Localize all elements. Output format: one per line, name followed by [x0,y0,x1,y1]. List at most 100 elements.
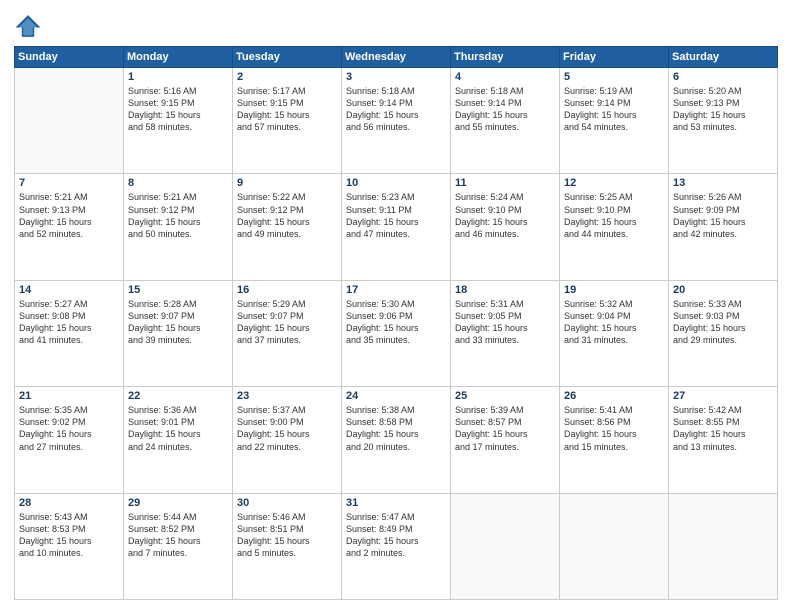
day-number: 13 [673,177,773,189]
calendar-week-row: 7 Sunrise: 5:21 AM Sunset: 9:13 PM Daylig… [15,174,778,280]
day-number: 30 [237,497,337,509]
day-number: 21 [19,390,119,402]
calendar-week-row: 21 Sunrise: 5:35 AM Sunset: 9:02 PM Dayli… [15,387,778,493]
day-number: 24 [346,390,446,402]
weekday-header: Thursday [451,47,560,68]
calendar-cell [560,493,669,599]
day-number: 23 [237,390,337,402]
calendar-cell [669,493,778,599]
day-number: 10 [346,177,446,189]
day-number: 6 [673,71,773,83]
cell-info: Sunrise: 5:32 AM Sunset: 9:04 PM Dayligh… [564,298,664,347]
calendar-cell: 16Sunrise: 5:29 AM Sunset: 9:07 PM Dayli… [233,280,342,386]
day-number: 26 [564,390,664,402]
calendar-cell: 1 Sunrise: 5:16 AM Sunset: 9:15 PM Daylig… [124,68,233,174]
calendar-cell: 30 Sunrise: 5:46 AM Sunset: 8:51 PM Dayli… [233,493,342,599]
calendar-cell: 9 Sunrise: 5:22 AM Sunset: 9:12 PM Daylig… [233,174,342,280]
cell-info: Sunrise: 5:19 AM Sunset: 9:14 PM Dayligh… [564,85,664,134]
cell-info: Sunrise: 5:18 AM Sunset: 9:14 PM Dayligh… [346,85,446,134]
cell-info: Sunrise: 5:30 AM Sunset: 9:06 PM Dayligh… [346,298,446,347]
cell-info: Sunrise: 5:21 AM Sunset: 9:13 PM Dayligh… [19,191,119,240]
calendar-cell: 20 Sunrise: 5:33 AM Sunset: 9:03 PM Dayli… [669,280,778,386]
day-number: 3 [346,71,446,83]
calendar-cell: 12 Sunrise: 5:25 AM Sunset: 9:10 PM Dayli… [560,174,669,280]
calendar-cell: 5 Sunrise: 5:19 AM Sunset: 9:14 PM Daylig… [560,68,669,174]
cell-info: Sunrise: 5:35 AM Sunset: 9:02 PM Dayligh… [19,404,119,453]
page: SundayMondayTuesdayWednesdayThursdayFrid… [0,0,792,612]
header [14,12,778,40]
cell-info: Sunrise: 5:42 AM Sunset: 8:55 PM Dayligh… [673,404,773,453]
calendar-cell: 15 Sunrise: 5:28 AM Sunset: 9:07 PM Dayli… [124,280,233,386]
calendar-cell: 31 Sunrise: 5:47 AM Sunset: 8:49 PM Dayli… [342,493,451,599]
cell-info: Sunrise: 5:21 AM Sunset: 9:12 PM Dayligh… [128,191,228,240]
cell-info: Sunrise: 5:31 AM Sunset: 9:05 PM Dayligh… [455,298,555,347]
weekday-header: Tuesday [233,47,342,68]
cell-info: Sunrise: 5:18 AM Sunset: 9:14 PM Dayligh… [455,85,555,134]
day-number: 31 [346,497,446,509]
day-number: 19 [564,284,664,296]
calendar-cell: 2Sunrise: 5:17 AM Sunset: 9:15 PM Daylig… [233,68,342,174]
cell-info: Sunrise: 5:43 AM Sunset: 8:53 PM Dayligh… [19,511,119,560]
weekday-header: Sunday [15,47,124,68]
cell-info: Sunrise: 5:16 AM Sunset: 9:15 PM Dayligh… [128,85,228,134]
weekday-header: Friday [560,47,669,68]
day-number: 16 [237,284,337,296]
day-number: 8 [128,177,228,189]
cell-info: Sunrise: 5:26 AM Sunset: 9:09 PM Dayligh… [673,191,773,240]
day-number: 22 [128,390,228,402]
cell-info: Sunrise: 5:44 AM Sunset: 8:52 PM Dayligh… [128,511,228,560]
day-number: 11 [455,177,555,189]
day-number: 27 [673,390,773,402]
calendar-cell: 29 Sunrise: 5:44 AM Sunset: 8:52 PM Dayli… [124,493,233,599]
day-number: 18 [455,284,555,296]
calendar-cell: 23 Sunrise: 5:37 AM Sunset: 9:00 PM Dayli… [233,387,342,493]
day-number: 17 [346,284,446,296]
calendar-week-row: 1 Sunrise: 5:16 AM Sunset: 9:15 PM Daylig… [15,68,778,174]
day-number: 29 [128,497,228,509]
calendar-cell: 10 Sunrise: 5:23 AM Sunset: 9:11 PM Dayli… [342,174,451,280]
calendar-table: SundayMondayTuesdayWednesdayThursdayFrid… [14,46,778,600]
cell-info: Sunrise: 5:38 AM Sunset: 8:58 PM Dayligh… [346,404,446,453]
cell-info: Sunrise: 5:20 AM Sunset: 9:13 PM Dayligh… [673,85,773,134]
calendar-cell: 28Sunrise: 5:43 AM Sunset: 8:53 PM Dayli… [15,493,124,599]
calendar-cell: 18 Sunrise: 5:31 AM Sunset: 9:05 PM Dayli… [451,280,560,386]
cell-info: Sunrise: 5:22 AM Sunset: 9:12 PM Dayligh… [237,191,337,240]
day-number: 20 [673,284,773,296]
day-number: 1 [128,71,228,83]
day-number: 4 [455,71,555,83]
calendar-cell: 25Sunrise: 5:39 AM Sunset: 8:57 PM Dayli… [451,387,560,493]
cell-info: Sunrise: 5:25 AM Sunset: 9:10 PM Dayligh… [564,191,664,240]
cell-info: Sunrise: 5:46 AM Sunset: 8:51 PM Dayligh… [237,511,337,560]
day-number: 5 [564,71,664,83]
calendar-cell: 3 Sunrise: 5:18 AM Sunset: 9:14 PM Daylig… [342,68,451,174]
calendar-cell: 19 Sunrise: 5:32 AM Sunset: 9:04 PM Dayli… [560,280,669,386]
day-number: 12 [564,177,664,189]
cell-info: Sunrise: 5:37 AM Sunset: 9:00 PM Dayligh… [237,404,337,453]
cell-info: Sunrise: 5:41 AM Sunset: 8:56 PM Dayligh… [564,404,664,453]
calendar-cell: 6 Sunrise: 5:20 AM Sunset: 9:13 PM Daylig… [669,68,778,174]
calendar-cell: 4 Sunrise: 5:18 AM Sunset: 9:14 PM Daylig… [451,68,560,174]
cell-info: Sunrise: 5:28 AM Sunset: 9:07 PM Dayligh… [128,298,228,347]
cell-info: Sunrise: 5:24 AM Sunset: 9:10 PM Dayligh… [455,191,555,240]
logo [14,12,46,40]
weekday-header: Saturday [669,47,778,68]
calendar-cell: 8 Sunrise: 5:21 AM Sunset: 9:12 PM Daylig… [124,174,233,280]
day-number: 14 [19,284,119,296]
cell-info: Sunrise: 5:33 AM Sunset: 9:03 PM Dayligh… [673,298,773,347]
calendar-week-row: 28Sunrise: 5:43 AM Sunset: 8:53 PM Dayli… [15,493,778,599]
calendar-cell: 27 Sunrise: 5:42 AM Sunset: 8:55 PM Dayli… [669,387,778,493]
calendar-cell: 24 Sunrise: 5:38 AM Sunset: 8:58 PM Dayli… [342,387,451,493]
day-number: 15 [128,284,228,296]
calendar-week-row: 14 Sunrise: 5:27 AM Sunset: 9:08 PM Dayli… [15,280,778,386]
calendar-cell: 14 Sunrise: 5:27 AM Sunset: 9:08 PM Dayli… [15,280,124,386]
day-number: 7 [19,177,119,189]
cell-info: Sunrise: 5:23 AM Sunset: 9:11 PM Dayligh… [346,191,446,240]
calendar-cell [451,493,560,599]
calendar-cell: 7 Sunrise: 5:21 AM Sunset: 9:13 PM Daylig… [15,174,124,280]
calendar-header-row: SundayMondayTuesdayWednesdayThursdayFrid… [15,47,778,68]
cell-info: Sunrise: 5:27 AM Sunset: 9:08 PM Dayligh… [19,298,119,347]
calendar-cell: 22Sunrise: 5:36 AM Sunset: 9:01 PM Dayli… [124,387,233,493]
day-number: 9 [237,177,337,189]
calendar-cell: 21 Sunrise: 5:35 AM Sunset: 9:02 PM Dayli… [15,387,124,493]
cell-info: Sunrise: 5:47 AM Sunset: 8:49 PM Dayligh… [346,511,446,560]
